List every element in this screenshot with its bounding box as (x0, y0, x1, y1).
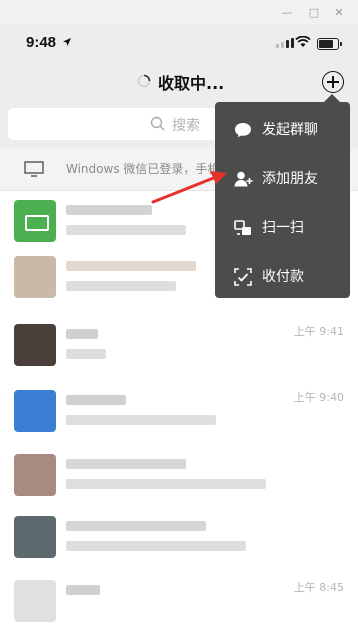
wifi-icon (295, 36, 311, 47)
avatar (14, 516, 56, 558)
window-title-bar: — □ ✕ (0, 0, 358, 24)
chat-row[interactable]: 上午 9:40 (0, 381, 358, 451)
chat-time: 上午 8:45 (293, 581, 344, 594)
chat-row[interactable] (0, 445, 358, 515)
cellular-signal-icon (276, 38, 294, 48)
maximize-icon[interactable]: □ (305, 3, 323, 21)
page-title: 收取中... (158, 74, 225, 93)
chat-row[interactable]: 上午 8:45 (0, 571, 358, 641)
payment-icon (234, 268, 252, 286)
avatar (14, 580, 56, 622)
menu-item-scan[interactable]: 扫一扫 (215, 203, 350, 252)
avatar (14, 200, 56, 242)
annotation-arrow-icon (151, 171, 227, 204)
chat-time: 上午 9:40 (293, 391, 344, 404)
scan-icon (234, 220, 251, 235)
menu-item-label: 扫一扫 (262, 220, 304, 236)
minimize-icon[interactable]: — (278, 3, 296, 21)
menu-item-label: 添加朋友 (262, 171, 318, 187)
add-friend-icon (234, 171, 253, 187)
search-placeholder: 搜索 (172, 118, 200, 134)
chat-bubble-icon (235, 123, 251, 138)
popup-caret (324, 94, 340, 102)
add-plus-icon[interactable] (322, 71, 344, 93)
avatar (14, 390, 56, 432)
menu-item-add-friend[interactable]: 添加朋友 (215, 154, 350, 203)
close-icon[interactable]: ✕ (330, 3, 348, 21)
location-arrow-icon (63, 38, 71, 46)
menu-item-group-chat[interactable]: 发起群聊 (215, 105, 350, 154)
menu-item-label: 收付款 (262, 269, 304, 285)
loading-spinner-icon (137, 74, 151, 88)
menu-item-payment[interactable]: 收付款 (215, 252, 350, 301)
avatar (14, 324, 56, 366)
status-bar: 9:48 (0, 24, 358, 66)
computer-icon (24, 161, 44, 177)
chat-row[interactable] (0, 507, 358, 577)
status-time: 9:48 (26, 34, 57, 51)
avatar (14, 454, 56, 496)
battery-icon (317, 38, 342, 50)
plus-popup-menu: 发起群聊 添加朋友 扫一扫 收付款 (215, 102, 350, 298)
avatar (14, 256, 56, 298)
search-icon (150, 116, 165, 131)
menu-item-label: 发起群聊 (262, 122, 318, 138)
chat-row[interactable]: 上午 9:41 (0, 315, 358, 385)
nav-bar: 收取中... (0, 66, 358, 102)
chat-time: 上午 9:41 (293, 325, 344, 338)
